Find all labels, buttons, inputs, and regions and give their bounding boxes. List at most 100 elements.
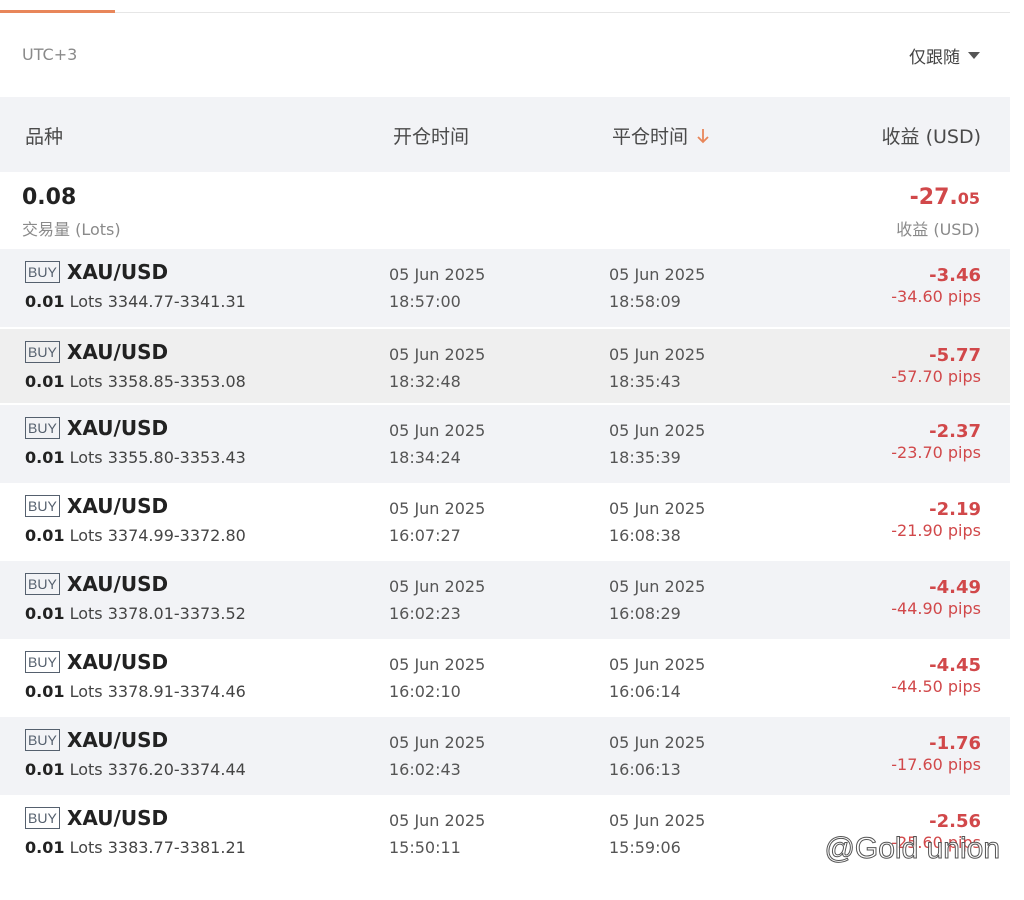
lots-line: 0.01 Lots 3374.99-3372.80: [25, 526, 246, 545]
trade-profit: -5.77: [929, 345, 981, 366]
follow-filter-label: 仅跟随: [909, 48, 960, 68]
scrollbar-gutter: [1010, 0, 1024, 900]
trade-row[interactable]: BUY XAU/USD 0.01 Lots 3378.91-3374.46 05…: [0, 639, 1010, 717]
follow-filter-dropdown[interactable]: 仅跟随: [909, 43, 980, 68]
trade-symbol: XAU/USD: [67, 494, 169, 518]
close-clock: 16:06:14: [609, 682, 681, 701]
trade-qty: 0.01: [25, 838, 65, 857]
lots-line: 0.01 Lots 3383.77-3381.21: [25, 838, 246, 857]
trade-row[interactable]: BUY XAU/USD 0.01 Lots 3355.80-3353.43 05…: [0, 405, 1010, 483]
side-badge: BUY: [25, 651, 60, 673]
open-clock: 18:34:24: [389, 448, 461, 467]
trade-symbol: XAU/USD: [67, 340, 169, 364]
side-badge: BUY: [25, 417, 60, 439]
price-range: 3378.91-3374.46: [107, 682, 246, 701]
open-time-cell: 05 Jun 2025 18:34:24: [389, 417, 485, 471]
trade-pips: -44.90 pips: [891, 599, 981, 618]
lots-word: Lots: [69, 292, 103, 311]
trade-row[interactable]: BUY XAU/USD 0.01 Lots 3358.85-3353.08 05…: [0, 327, 1010, 405]
trade-profit: -2.37: [929, 421, 981, 442]
open-clock: 16:02:10: [389, 682, 461, 701]
close-time-cell: 05 Jun 2025 18:35:39: [609, 417, 705, 471]
open-date: 05 Jun 2025: [389, 655, 486, 674]
trade-qty: 0.01: [25, 760, 65, 779]
close-clock: 16:06:13: [609, 760, 681, 779]
open-clock: 16:07:27: [389, 526, 461, 545]
trade-qty: 0.01: [25, 448, 65, 467]
close-date: 05 Jun 2025: [609, 345, 706, 364]
open-clock: 18:32:48: [389, 372, 461, 391]
open-time-cell: 05 Jun 2025 15:50:11: [389, 807, 485, 861]
column-header-close-time[interactable]: 平仓时间: [612, 122, 710, 149]
lots-line: 0.01 Lots 3358.85-3353.08: [25, 372, 246, 391]
trade-profit: -4.49: [929, 577, 981, 598]
trade-qty: 0.01: [25, 526, 65, 545]
close-date: 05 Jun 2025: [609, 421, 706, 440]
open-date: 05 Jun 2025: [389, 733, 486, 752]
side-badge: BUY: [25, 341, 60, 363]
open-clock: 15:50:11: [389, 838, 461, 857]
side-badge: BUY: [25, 807, 60, 829]
trade-profit: -2.56: [929, 811, 981, 832]
trade-pips: -21.90 pips: [891, 521, 981, 540]
open-date: 05 Jun 2025: [389, 811, 486, 830]
trade-qty: 0.01: [25, 682, 65, 701]
price-range: 3376.20-3374.44: [107, 760, 246, 779]
price-range: 3358.85-3353.08: [107, 372, 246, 391]
column-header-open-time[interactable]: 开仓时间: [393, 122, 469, 149]
close-date: 05 Jun 2025: [609, 265, 706, 284]
close-time-cell: 05 Jun 2025 16:08:38: [609, 495, 705, 549]
column-header-profit[interactable]: 收益 (USD): [882, 122, 981, 149]
lots-word: Lots: [69, 372, 103, 391]
trade-list: BUY XAU/USD 0.01 Lots 3344.77-3341.31 05…: [0, 249, 1010, 873]
column-header-symbol[interactable]: 品种: [25, 122, 63, 149]
sort-desc-arrow-icon: [697, 128, 709, 143]
trade-profit: -1.76: [929, 733, 981, 754]
trade-symbol: XAU/USD: [67, 806, 169, 830]
open-time-cell: 05 Jun 2025 16:02:23: [389, 573, 485, 627]
trade-row[interactable]: BUY XAU/USD 0.01 Lots 3376.20-3374.44 05…: [0, 717, 1010, 795]
trade-symbol: XAU/USD: [67, 728, 169, 752]
lots-word: Lots: [69, 448, 103, 467]
watermark-text: @Gold union: [824, 832, 1001, 866]
trade-row[interactable]: BUY XAU/USD 0.01 Lots 3378.01-3373.52 05…: [0, 561, 1010, 639]
open-time-cell: 05 Jun 2025 16:07:27: [389, 495, 485, 549]
total-profit-decimals: 05: [957, 189, 980, 208]
open-time-cell: 05 Jun 2025 16:02:43: [389, 729, 485, 783]
total-volume-label: 交易量 (Lots): [22, 220, 121, 239]
open-clock: 16:02:23: [389, 604, 461, 623]
summary-row: 0.08 交易量 (Lots) -27.05 收益 (USD): [0, 172, 1010, 249]
price-range: 3378.01-3373.52: [107, 604, 246, 623]
close-clock: 18:58:09: [609, 292, 681, 311]
side-badge: BUY: [25, 495, 60, 517]
side-badge: BUY: [25, 573, 60, 595]
price-range: 3344.77-3341.31: [107, 292, 246, 311]
trade-row[interactable]: BUY XAU/USD 0.01 Lots 3344.77-3341.31 05…: [0, 249, 1010, 327]
filter-bar: UTC+3 仅跟随: [0, 13, 1010, 97]
close-clock: 18:35:39: [609, 448, 681, 467]
trade-profit: -4.45: [929, 655, 981, 676]
trade-qty: 0.01: [25, 292, 65, 311]
trade-qty: 0.01: [25, 372, 65, 391]
side-badge: BUY: [25, 729, 60, 751]
total-profit-int: -27.: [909, 185, 958, 210]
lots-word: Lots: [69, 760, 103, 779]
close-date: 05 Jun 2025: [609, 655, 706, 674]
side-badge: BUY: [25, 261, 60, 283]
open-clock: 16:02:43: [389, 760, 461, 779]
trade-history-panel: UTC+3 仅跟随 品种 开仓时间 平仓时间 收益 (USD) 0.08 交易量…: [0, 0, 1010, 900]
trade-pips: -23.70 pips: [891, 443, 981, 462]
lots-word: Lots: [69, 604, 103, 623]
close-clock: 16:08:38: [609, 526, 681, 545]
lots-line: 0.01 Lots 3344.77-3341.31: [25, 292, 246, 311]
trade-row[interactable]: BUY XAU/USD 0.01 Lots 3374.99-3372.80 05…: [0, 483, 1010, 561]
lots-line: 0.01 Lots 3376.20-3374.44: [25, 760, 246, 779]
close-time-cell: 05 Jun 2025 15:59:06: [609, 807, 705, 861]
price-range: 3374.99-3372.80: [107, 526, 246, 545]
close-time-cell: 05 Jun 2025 16:06:14: [609, 651, 705, 705]
close-date: 05 Jun 2025: [609, 811, 706, 830]
open-time-cell: 05 Jun 2025 16:02:10: [389, 651, 485, 705]
trade-symbol: XAU/USD: [67, 572, 169, 596]
lots-line: 0.01 Lots 3378.01-3373.52: [25, 604, 246, 623]
close-clock: 16:08:29: [609, 604, 681, 623]
